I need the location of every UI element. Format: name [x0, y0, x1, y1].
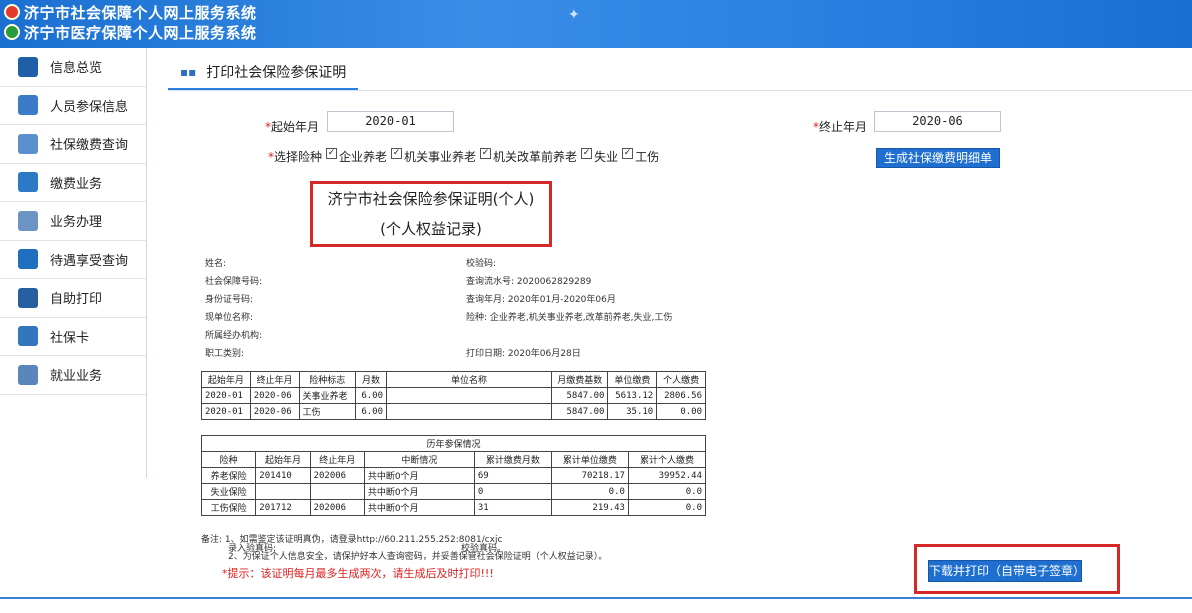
download-print-button[interactable]: 下载并打印（自带电子签章） [928, 560, 1085, 582]
insurance-type-selector: *选择险种 ✓ 企业养老 ✓ 机关事业养老 ✓ 机关改革前养老 ✓ 失业 ✓ 工伤 [268, 148, 660, 164]
sidebar-item-label: 缴费业务 [50, 176, 103, 192]
info-query-period: 查询年月: 2020年01月-2020年06月 [466, 295, 616, 305]
checkbox-icon[interactable]: ✓ [581, 148, 593, 159]
sidebar-item-label: 就业业务 [50, 369, 103, 385]
query-icon [18, 133, 38, 154]
end-date-input[interactable]: 2020-06 [874, 111, 1001, 132]
sidebar-item-label: 业务办理 [50, 215, 103, 231]
info-serial: 查询流水号: 2020062829289 [466, 277, 592, 287]
sidebar-item-label: 人员参保信息 [50, 99, 129, 115]
table-row: 2020-01 2020-06 关事业养老 6.00 5847.00 5613.12 280… [201, 387, 706, 404]
card-icon [18, 326, 38, 347]
benefit-icon [18, 249, 38, 270]
info-print-date: 打印日期: 2020年06月28日 [466, 349, 581, 359]
sidebar-item-label: 自助打印 [50, 292, 103, 308]
printer-icon [18, 287, 38, 308]
sidebar-item-self-print[interactable]: 自助打印 [0, 279, 146, 318]
table-header-row: 险种 起始年月 终止年月 中断情况 累计缴费月数 累计单位缴费 累计个人缴费 [200, 451, 707, 468]
start-date-input[interactable]: 2020-01 [327, 111, 454, 132]
medical-logo-icon [4, 24, 20, 40]
info-category: 职工类别: [205, 349, 245, 359]
table-row: 2020-01 2020-06 工伤 6.00 5847.00 35.10 0.00 [201, 403, 706, 420]
sidebar-item-benefit[interactable]: 待遇享受查询 [0, 240, 146, 279]
note-security: 2、为保证个人信息安全，请保护好本人查询密码，并妥善保管社会保险证明（个人权益记… [228, 552, 608, 562]
end-date-label: *终止年月 [813, 120, 868, 134]
edit-icon [18, 210, 38, 231]
sidebar-item-label: 社保缴费查询 [50, 138, 129, 154]
table-row: 养老保险 201410 202006 共中断0个月 69 70218.17 39952.44 [200, 467, 707, 484]
info-id: 身份证号码: [205, 295, 254, 305]
checkbox-icon[interactable]: ✓ [326, 148, 338, 159]
insurance-type-label: *选择险种 [268, 150, 323, 164]
overview-icon [18, 56, 38, 77]
sidebar-item-label: 社保卡 [50, 330, 90, 346]
info-check-code: 校验码: [466, 259, 497, 269]
tab-print-certificate[interactable]: ▪▪ 打印社会保险参保证明 [168, 55, 359, 90]
start-date-label: *起始年月 [265, 120, 320, 134]
footer-divider [0, 597, 1192, 599]
social-logo-icon [4, 4, 20, 20]
sidebar-item-label: 信息总览 [50, 61, 103, 77]
info-ssn: 社会保障号码: [205, 277, 263, 287]
sidebar-item-payment-query[interactable]: 社保缴费查询 [0, 125, 146, 164]
payment-icon [18, 172, 38, 193]
certificate-subtitle: (个人权益记录) [380, 220, 482, 238]
sidebar-item-card[interactable]: 社保卡 [0, 317, 146, 356]
checkbox-icon[interactable]: ✓ [622, 148, 634, 159]
sidebar-item-person-info[interactable]: 人员参保信息 [0, 86, 146, 125]
certificate-title: 济宁市社会保险参保证明(个人) [327, 190, 535, 208]
checkbox-icon[interactable]: ✓ [480, 148, 492, 159]
table-row: 工伤保险 201712 202006 共中断0个月 31 219.43 0.0 [200, 499, 707, 516]
app-header: 济宁市社会保障个人网上服务系统 济宁市医疗保障个人网上服务系统 ✦ [0, 0, 1192, 48]
sidebar: 信息总览 人员参保信息 社保缴费查询 缴费业务 业务办理 待遇享受查询 自助打印… [0, 48, 147, 478]
table-header-row: 起始年月 终止年月 险种标志 月数 单位名称 月缴费基数 单位缴费 个人缴费 [201, 371, 706, 388]
history-table: 历年参保情况 险种 起始年月 终止年月 中断情况 累计缴费月数 累计单位缴费 累计个人缴费 … [200, 435, 707, 516]
checkbox-icon[interactable]: ✓ [391, 148, 403, 159]
header-title-social: 济宁市社会保障个人网上服务系统 [4, 2, 257, 22]
sidebar-item-overview[interactable]: 信息总览 [0, 48, 146, 87]
header-title-medical: 济宁市医疗保障个人网上服务系统 [4, 22, 257, 42]
tab-bar: ▪▪ 打印社会保险参保证明 [168, 55, 1192, 91]
table-title-row: 历年参保情况 [201, 435, 706, 452]
employment-icon [18, 364, 38, 385]
info-name: 姓名: [205, 259, 227, 269]
generate-detail-button[interactable]: 生成社保缴费明细单 [876, 148, 1000, 168]
hint-text: *提示：该证明每月最多生成两次，请生成后及时打印!!! [222, 567, 494, 580]
info-insurance-types: 险种: 企业养老,机关事业养老,改革前养老,失业,工伤 [466, 313, 673, 323]
tab-grid-icon: ▪▪ [180, 64, 197, 79]
payment-table: 起始年月 终止年月 险种标志 月数 单位名称 月缴费基数 单位缴费 个人缴费 2020-01 2… [201, 371, 706, 420]
person-icon [18, 95, 38, 116]
sidebar-item-payment[interactable]: 缴费业务 [0, 163, 146, 202]
sidebar-item-employment[interactable]: 就业业务 [0, 356, 146, 395]
info-employer: 现单位名称: [205, 313, 254, 323]
certificate-title-box: 济宁市社会保险参保证明(个人) (个人权益记录) [310, 181, 552, 247]
sparkle-icon: ✦ [568, 7, 580, 23]
table-row: 失业保险 共中断0个月 0 0.0 0.0 [200, 483, 707, 500]
info-agency: 所属经办机构: [205, 331, 263, 341]
sidebar-item-business[interactable]: 业务办理 [0, 202, 146, 241]
sidebar-item-label: 待遇享受查询 [50, 253, 129, 269]
